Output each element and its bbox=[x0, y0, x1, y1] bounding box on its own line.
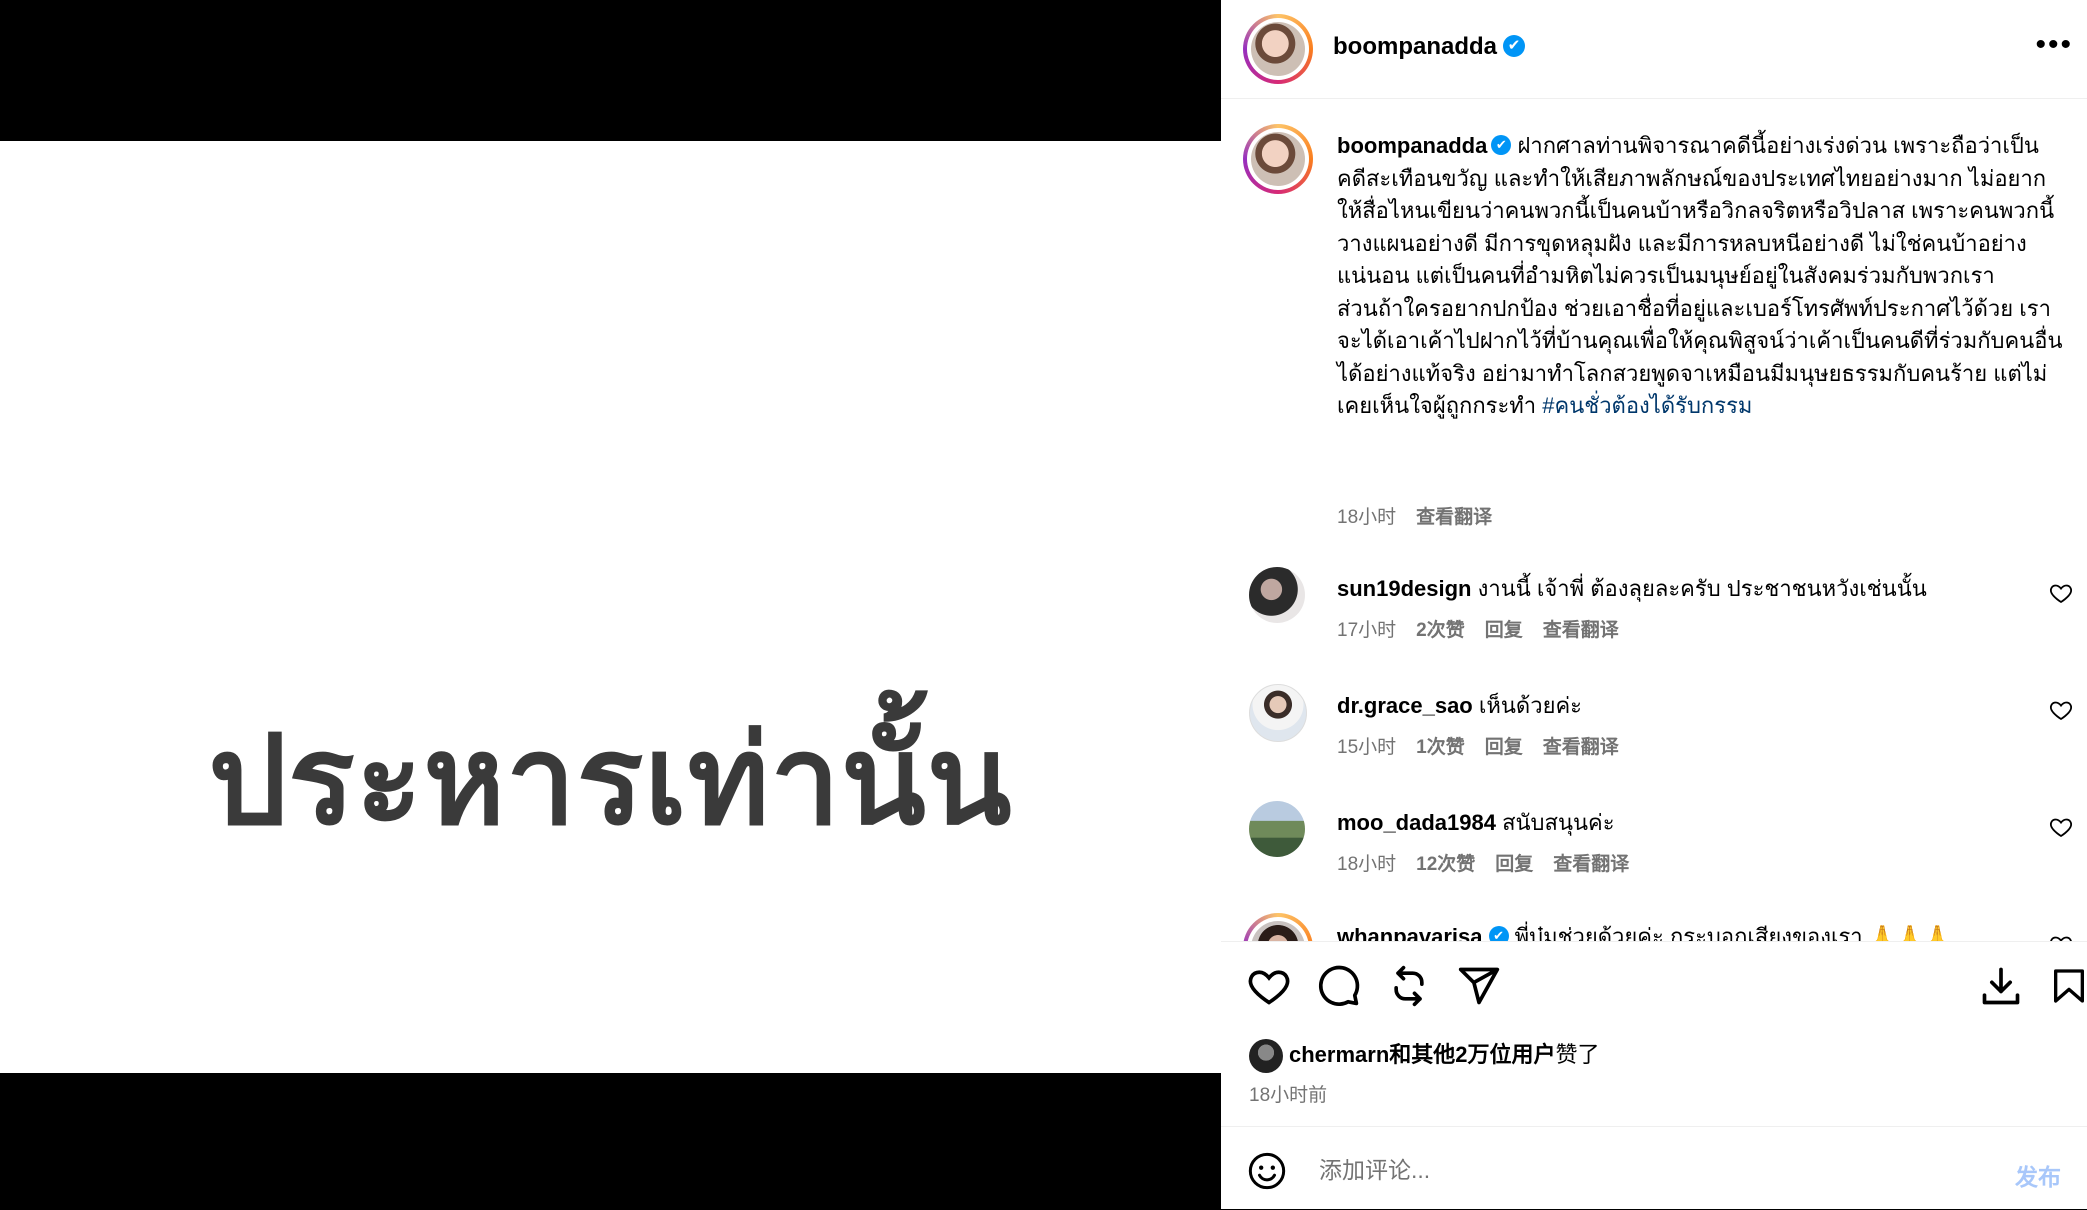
likes-others-count[interactable]: 和其他2万位用户 bbox=[1389, 1042, 1555, 1067]
verified-check-icon: ✔ bbox=[1491, 135, 1512, 156]
comment-like-heart-icon[interactable] bbox=[2049, 933, 2073, 941]
caption-meta: 18小时 查看翻译 bbox=[1337, 502, 1512, 529]
post-timestamp[interactable]: 18小时前 bbox=[1249, 1080, 1327, 1107]
verified-check-icon: ✔ bbox=[1503, 34, 1526, 57]
comment-translate-link[interactable]: 查看翻译 bbox=[1543, 620, 1619, 641]
comment-meta: 17小时 2次赞 回复 查看翻译 bbox=[1337, 615, 1639, 642]
caption-username[interactable]: boompanadda bbox=[1337, 133, 1487, 158]
comment-text: สนับสนุนค่ะ bbox=[1495, 810, 1615, 835]
post-media: ประหารเท่านั้น bbox=[0, 0, 1221, 1209]
caption-text: ฝากศาลท่านพิจารณาคดีนี้อย่างเร่งด่วน เพร… bbox=[1337, 133, 2063, 418]
comment-translate-link[interactable]: 查看翻译 bbox=[1543, 737, 1619, 758]
comment-likes-count[interactable]: 12次赞 bbox=[1416, 854, 1475, 875]
comment-reply-button[interactable]: 回复 bbox=[1485, 737, 1523, 758]
comment-like-heart-icon[interactable] bbox=[2049, 581, 2073, 605]
comment-composer: 发布 bbox=[1221, 1126, 2087, 1210]
comment-meta: 18小时 12次赞 回复 查看翻译 bbox=[1337, 849, 1649, 876]
comment-time: 15小时 bbox=[1337, 737, 1397, 758]
comment-icon[interactable] bbox=[1317, 964, 1361, 1008]
likes-suffix: 赞了 bbox=[1555, 1042, 1600, 1067]
commenter-avatar[interactable] bbox=[1249, 801, 1305, 857]
comment-text-row: whanpavarisa ✔ พี่บุ๋มช่วยด้วยค่ะ กระบอกเ… bbox=[1337, 919, 1951, 941]
commenter-avatar[interactable] bbox=[1243, 913, 1313, 941]
caption-avatar[interactable] bbox=[1243, 124, 1313, 194]
verified-check-icon: ✔ bbox=[1488, 926, 1509, 941]
comment-like-heart-icon[interactable] bbox=[2049, 698, 2073, 722]
liker-avatar bbox=[1249, 1039, 1283, 1074]
comment-text-row: sun19design งานนี้ เจ้าพี่ ต้องลุยละครับ… bbox=[1337, 571, 1927, 606]
comment-text: เห็นด้วยค่ะ bbox=[1472, 693, 1582, 718]
comment-username[interactable]: moo_dada1984 bbox=[1337, 810, 1496, 835]
repost-icon[interactable] bbox=[1387, 964, 1431, 1008]
comment-text-row: dr.grace_sao เห็นด้วยค่ะ bbox=[1337, 688, 1582, 723]
comment-translate-link[interactable]: 查看翻译 bbox=[1553, 854, 1629, 875]
comments-list[interactable]: boompanadda ✔ ฝากศาลท่านพิจารณาคดีนี้อย่า… bbox=[1221, 99, 2087, 941]
comment-reply-button[interactable]: 回复 bbox=[1495, 854, 1533, 875]
send-icon[interactable] bbox=[1457, 964, 1501, 1008]
comment-username[interactable]: dr.grace_sao bbox=[1337, 693, 1473, 718]
liker-username[interactable]: chermarn bbox=[1289, 1042, 1389, 1067]
comment-likes-count[interactable]: 1次赞 bbox=[1416, 737, 1465, 758]
caption-translate-link[interactable]: 查看翻译 bbox=[1416, 507, 1492, 528]
author-avatar[interactable] bbox=[1243, 14, 1313, 84]
post-comment-button[interactable]: 发布 bbox=[2009, 1157, 2067, 1193]
comment-like-heart-icon[interactable] bbox=[2049, 815, 2073, 839]
comment-reply-button[interactable]: 回复 bbox=[1485, 620, 1523, 641]
emoji-icon[interactable] bbox=[1247, 1151, 1287, 1191]
author-username[interactable]: boompanadda bbox=[1333, 33, 1497, 60]
comment-time: 18小时 bbox=[1337, 854, 1397, 875]
comment-likes-count[interactable]: 2次赞 bbox=[1416, 620, 1465, 641]
post-header: boompanadda ✔ ••• bbox=[1221, 0, 2087, 99]
comment-time: 17小时 bbox=[1337, 620, 1397, 641]
caption-time: 18小时 bbox=[1337, 507, 1397, 528]
comment-meta: 15小时 1次赞 回复 查看翻译 bbox=[1337, 732, 1639, 759]
caption-hashtag-link[interactable]: #คนชั่วต้องได้รับกรรม bbox=[1542, 393, 1752, 418]
commenter-avatar[interactable] bbox=[1249, 567, 1305, 623]
post-image[interactable]: ประหารเท่านั้น bbox=[0, 141, 1221, 1073]
comment-text-row: moo_dada1984 สนับสนุนค่ะ bbox=[1337, 805, 1615, 840]
heart-icon[interactable] bbox=[1247, 964, 1291, 1008]
comment-text: พี่บุ๋มช่วยด้วยค่ะ กระบอกเสียงของเรา 🙏🙏🙏 bbox=[1508, 924, 1951, 941]
download-icon[interactable] bbox=[1979, 964, 2023, 1008]
more-horizontal-icon[interactable]: ••• bbox=[2035, 28, 2073, 62]
author-username-row[interactable]: boompanadda ✔ bbox=[1333, 33, 1526, 61]
comment-username[interactable]: sun19design bbox=[1337, 576, 1471, 601]
post-image-text: ประหารเท่านั้น bbox=[208, 709, 1013, 853]
post-action-bar: chermarn和其他2万位用户赞了 18小时前 bbox=[1221, 941, 2087, 1132]
comment-username[interactable]: whanpavarisa bbox=[1337, 924, 1483, 941]
commenter-avatar[interactable] bbox=[1249, 684, 1307, 742]
likes-summary[interactable]: chermarn和其他2万位用户赞了 bbox=[1249, 1037, 1600, 1074]
comment-text: งานนี้ เจ้าพี่ ต้องลุยละครับ ประชาชนหวัง… bbox=[1471, 576, 1927, 601]
comment-input[interactable] bbox=[1317, 1149, 1921, 1191]
bookmark-icon[interactable] bbox=[2049, 964, 2087, 1008]
post-side-panel: boompanadda ✔ ••• boompanadda ✔ ฝากศาลท่าน… bbox=[1221, 0, 2087, 1209]
post-caption: boompanadda ✔ ฝากศาลท่านพิจารณาคดีนี้อย่า… bbox=[1337, 130, 2067, 423]
